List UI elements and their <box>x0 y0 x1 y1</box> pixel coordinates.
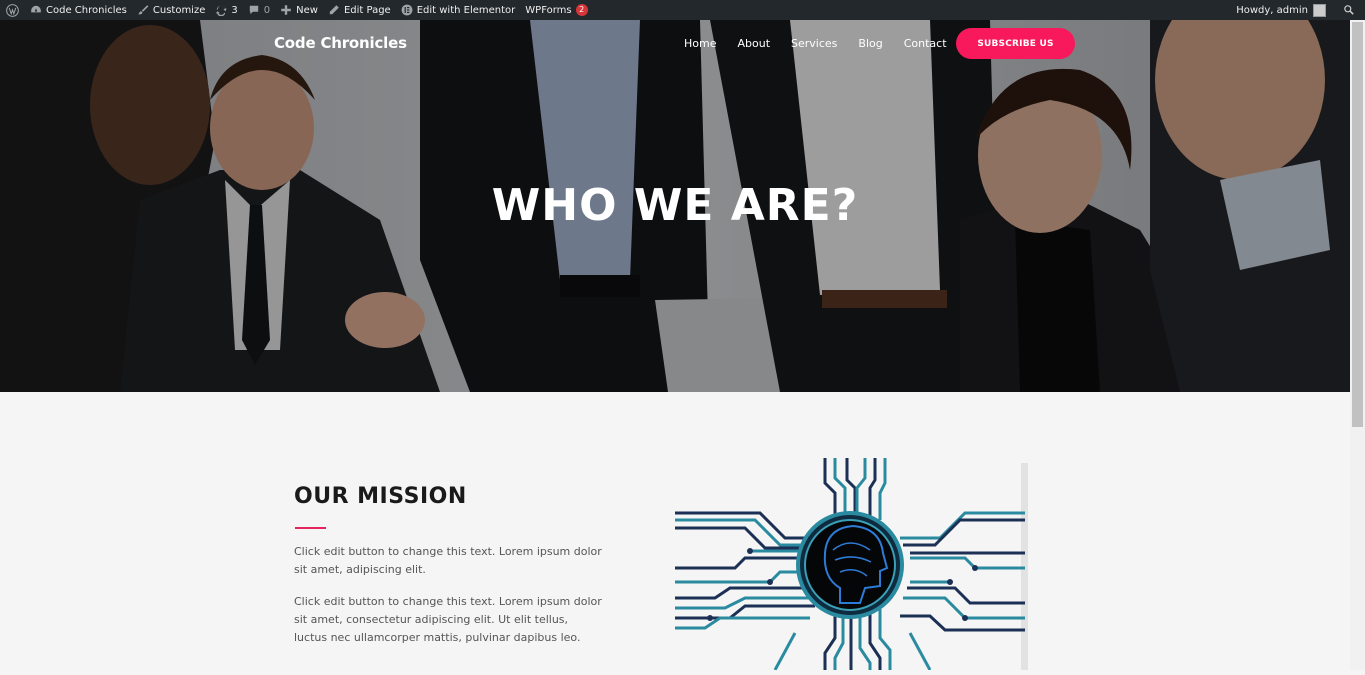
admin-bar-edit-page[interactable]: Edit Page <box>323 0 396 20</box>
howdy-label: Howdy, admin <box>1236 4 1308 16</box>
admin-bar-wpforms[interactable]: WPForms 2 <box>520 0 592 20</box>
admin-bar-account[interactable]: Howdy, admin <box>1231 0 1331 20</box>
wpforms-badge: 2 <box>575 4 588 16</box>
updates-icon <box>215 5 227 16</box>
plus-icon <box>281 5 291 15</box>
admin-bar-edit-elementor[interactable]: Edit with Elementor <box>396 0 521 20</box>
customize-label: Customize <box>152 4 206 16</box>
main-nav: Home About Services Blog Contact <box>684 37 968 50</box>
updates-count: 3 <box>231 4 238 16</box>
hero-section: Code Chronicles Home About Services Blog… <box>0 20 1350 392</box>
pencil-icon <box>329 5 339 15</box>
search-icon <box>1344 5 1354 15</box>
brush-icon <box>138 5 149 15</box>
admin-bar-search[interactable] <box>1331 0 1365 20</box>
mission-title: OUR MISSION <box>294 484 467 509</box>
wordpress-logo-icon[interactable] <box>0 0 25 20</box>
admin-bar-updates[interactable]: 3 <box>210 0 242 20</box>
elementor-icon <box>401 4 413 16</box>
admin-bar-new[interactable]: New <box>275 0 323 20</box>
edit-elementor-label: Edit with Elementor <box>416 4 516 16</box>
nav-about[interactable]: About <box>737 37 770 50</box>
avatar <box>1313 3 1326 17</box>
admin-bar-comments[interactable]: 0 <box>243 0 275 20</box>
circuit-brain-image <box>675 458 1025 671</box>
edit-page-label: Edit Page <box>343 4 391 16</box>
nav-contact[interactable]: Contact <box>904 37 947 50</box>
admin-bar: Code Chronicles Customize 3 0 New Edit P… <box>0 0 1365 20</box>
mission-paragraph-2: Click edit button to change this text. L… <box>294 595 602 644</box>
site-title[interactable]: Code Chronicles <box>274 34 407 52</box>
nav-blog[interactable]: Blog <box>858 37 882 50</box>
dashboard-icon <box>31 5 41 13</box>
wpforms-label: WPForms <box>525 4 572 16</box>
site-name-label: Code Chronicles <box>46 4 127 16</box>
nav-services[interactable]: Services <box>791 37 837 50</box>
page-scrollbar[interactable] <box>1350 20 1365 670</box>
admin-bar-customize[interactable]: Customize <box>132 0 211 20</box>
subscribe-button[interactable]: SUBSCRIBE US <box>956 28 1075 59</box>
scrollbar-thumb[interactable] <box>1352 22 1363 427</box>
comment-icon <box>249 5 258 15</box>
new-label: New <box>296 4 318 16</box>
mission-paragraph-1: Click edit button to change this text. L… <box>294 545 602 576</box>
mission-divider <box>295 527 326 529</box>
admin-bar-site-name[interactable]: Code Chronicles <box>25 0 132 20</box>
nav-home[interactable]: Home <box>684 37 716 50</box>
hero-heading: WHO WE ARE? <box>491 180 859 231</box>
comments-count: 0 <box>263 4 271 16</box>
